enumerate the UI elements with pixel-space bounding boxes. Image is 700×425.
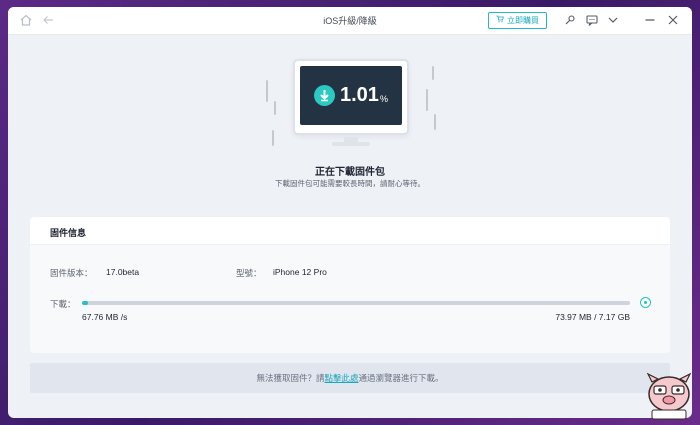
model-label: 型號： — [236, 268, 262, 278]
firmware-version-label: 固件版本： — [50, 268, 93, 278]
app-window: iOS升級/降級 立即購買 1.01 % 正在下載固件包 下載固件包可能需要較長… — [8, 7, 692, 418]
close-icon[interactable] — [665, 13, 681, 29]
decor-line — [432, 66, 434, 80]
status-subtitle: 下載固件包可能需要較長時間，請耐心等待。 — [275, 179, 425, 188]
monitor-base — [332, 142, 370, 146]
title-bar: iOS升級/降級 立即購買 — [8, 7, 692, 35]
download-label: 下載： — [50, 299, 76, 309]
footer-notice: 無法獲取固件？請點擊此處通過瀏覽器進行下載。 — [30, 363, 670, 393]
footer-text-after: 通過瀏覽器進行下載。 — [358, 373, 444, 383]
status-title: 正在下載固件包 — [315, 167, 385, 178]
section-title: 固件信息 — [50, 228, 87, 238]
download-progress-bar — [82, 301, 630, 305]
click-here-link[interactable]: 點擊此處 — [324, 373, 358, 383]
buy-now-button[interactable]: 立即購買 — [488, 12, 547, 29]
cart-icon — [496, 13, 504, 28]
progress-percent: 1.01 — [340, 84, 379, 106]
firmware-info-card: 固件信息 固件版本： 17.0beta 型號： iPhone 12 Pro 下載… — [30, 217, 670, 353]
card-header: 固件信息 — [30, 217, 670, 245]
firmware-version-value: 17.0beta — [106, 267, 140, 277]
download-progress-fill — [82, 301, 88, 305]
decor-line — [426, 89, 428, 111]
download-hero: 1.01 % 正在下載固件包 下載固件包可能需要較長時間，請耐心等待。 — [8, 35, 692, 215]
pig-watermark-icon — [640, 372, 698, 422]
feedback-icon[interactable] — [584, 13, 600, 29]
download-size: 73.97 MB / 7.17 GB — [555, 312, 630, 322]
download-arrow-icon — [314, 85, 335, 106]
key-icon[interactable] — [562, 13, 578, 29]
buy-now-label: 立即購買 — [507, 16, 539, 25]
footer-text-before: 無法獲取固件？請 — [256, 373, 325, 383]
monitor-screen: 1.01 % — [300, 66, 402, 125]
chevron-down-icon[interactable] — [605, 13, 621, 29]
decor-line — [434, 114, 436, 130]
download-speed: 67.76 MB /s — [82, 312, 128, 322]
model-value: iPhone 12 Pro — [273, 267, 327, 277]
minimize-icon[interactable] — [642, 13, 658, 29]
decor-line — [274, 101, 276, 115]
progress-end-icon — [640, 297, 651, 308]
decor-line — [272, 130, 274, 146]
monitor-illustration: 1.01 % — [293, 59, 409, 135]
decor-line — [266, 80, 268, 102]
percent-sign: % — [380, 94, 389, 104]
